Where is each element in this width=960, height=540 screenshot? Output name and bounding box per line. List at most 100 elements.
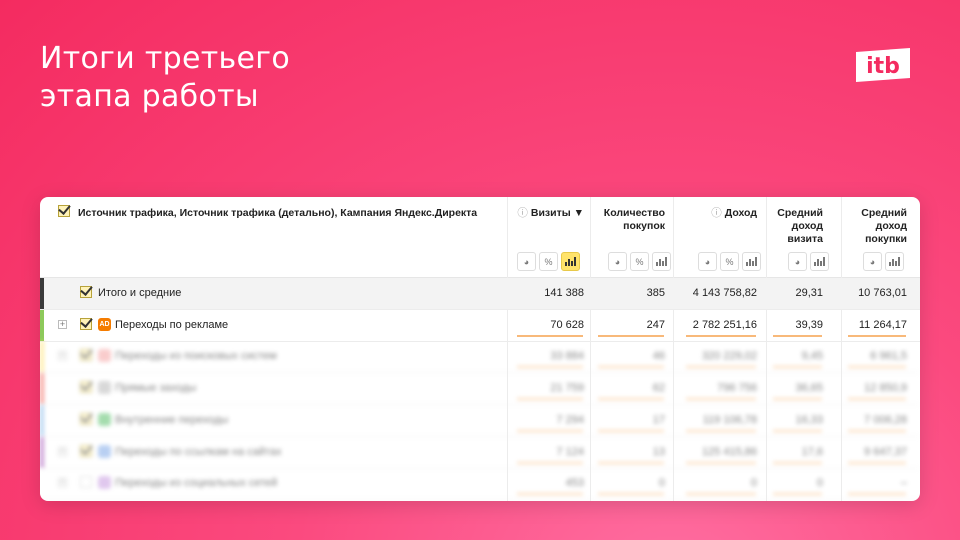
row-checkbox[interactable] [80, 286, 92, 298]
percent-icon[interactable]: % [630, 252, 649, 271]
bar-chart-icon[interactable] [810, 252, 829, 271]
cell-bar [598, 461, 664, 464]
row-checkbox[interactable] [80, 412, 92, 425]
cell-bar [773, 334, 822, 337]
cell-purchases: 247 [646, 318, 665, 331]
cell-bar [848, 366, 906, 369]
cell-visits: 70 628 [550, 318, 584, 331]
pie-chart-icon[interactable]: ◕ [698, 252, 717, 271]
percent-icon[interactable]: % [720, 252, 739, 271]
row-label: Внутренние переходы [115, 413, 229, 426]
column-header-label: Доход [724, 207, 757, 219]
row-checkbox[interactable] [80, 476, 92, 489]
cell-bar [773, 429, 822, 432]
cell-purchases: 13 [652, 445, 665, 458]
bar-chart-icon[interactable] [561, 252, 580, 271]
cell-revenue: 119 106,78 [702, 413, 757, 426]
cell-bar [848, 493, 906, 496]
cell-visits: 453 [565, 477, 584, 490]
info-circle-icon: ⓘ [711, 207, 722, 219]
row-label: Переходы из социальных сетей [115, 477, 278, 490]
cell-revenue: 4 143 758,82 [692, 287, 757, 299]
percent-icon[interactable]: % [539, 252, 558, 271]
cell-revenue: 320 229,02 [701, 350, 757, 363]
cell-bar [517, 334, 583, 337]
cell-bar [686, 334, 756, 337]
column-header-label: доход [875, 220, 907, 232]
bar-chart-icon[interactable] [652, 252, 671, 271]
pie-chart-icon[interactable]: ◕ [863, 252, 882, 271]
cell-purchases: 62 [652, 382, 665, 395]
bar-chart-icon[interactable] [742, 252, 761, 271]
cell-visits: 141 388 [544, 287, 584, 299]
plus-square-icon[interactable]: + [58, 478, 67, 488]
totals-row[interactable]: Итого и средние 141 388 385 4 143 758,82 29,… [40, 278, 920, 310]
cell-avg-visit: 39,39 [795, 318, 823, 331]
cell-bar [686, 429, 756, 432]
cell-bar [598, 493, 664, 496]
cell-bar [517, 366, 583, 369]
column-header-label: покупки [865, 233, 907, 245]
pie-chart-icon[interactable]: ◕ [608, 252, 627, 271]
source-icon [98, 444, 111, 458]
cell-bar [517, 398, 583, 401]
cell-bar [686, 366, 756, 369]
cell-bar [598, 398, 664, 401]
ad-badge-icon: AD [98, 317, 111, 331]
cell-avg-visit: 29,31 [795, 287, 823, 299]
cell-visits: 7 294 [556, 413, 584, 426]
cell-bar [773, 398, 822, 401]
column-header-label: Количество [603, 207, 665, 219]
cell-bar [848, 398, 906, 401]
chart-mode-buttons: ◕% [517, 252, 580, 271]
bar-chart-icon[interactable] [885, 252, 904, 271]
pie-chart-icon[interactable]: ◕ [788, 252, 807, 271]
row-label: Переходы из поисковых систем [115, 350, 277, 363]
cell-purchases: 0 [658, 477, 665, 490]
cell-avg-purchase: 12 850,9 [864, 382, 907, 395]
table-row[interactable]: + Переходы по ссылкам на сайтах 7 124 13 125… [40, 436, 920, 469]
row-checkbox[interactable] [80, 381, 92, 394]
slide-title-line-2: этапа работы [40, 79, 259, 114]
column-header-purchases[interactable]: Количество покупок [604, 207, 665, 233]
cell-bar [848, 334, 906, 337]
cell-avg-visit: 0 [816, 477, 823, 490]
column-header-revenue[interactable]: ⓘ Доход [711, 207, 757, 220]
column-header-avg_purchase[interactable]: Средний доход покупки [861, 207, 907, 246]
cell-bar [517, 493, 583, 496]
cell-bar [848, 461, 906, 464]
slide-title: Итоги третьего этапа работы [40, 40, 290, 116]
row-checkbox[interactable] [80, 349, 92, 362]
table-row[interactable]: + AD Переходы по рекламе 70 628 247 2 782 251… [40, 309, 920, 342]
plus-square-icon[interactable]: + [58, 319, 67, 329]
cell-revenue: 796 756 [717, 382, 757, 395]
cell-visits: 7 124 [556, 445, 584, 458]
slide-title-line-1: Итоги третьего [40, 41, 290, 76]
row-label: Прямые заходы [115, 382, 197, 395]
pie-chart-icon[interactable]: ◕ [517, 252, 536, 271]
chart-mode-buttons: ◕% [698, 252, 761, 271]
row-color-stripe [40, 404, 44, 436]
cell-revenue: 125 415,86 [701, 445, 757, 458]
row-checkbox[interactable] [80, 444, 92, 457]
row-checkbox[interactable] [80, 317, 92, 330]
source-icon [98, 349, 111, 363]
table-row[interactable]: + Переходы из поисковых систем 33 884 46 320… [40, 341, 920, 374]
cell-avg-purchase: 10 763,01 [858, 287, 907, 299]
plus-square-icon[interactable]: + [58, 351, 67, 361]
itb-logo: itb [856, 48, 910, 82]
report-table: Источник трафика, Источник трафика (дета… [40, 197, 920, 501]
select-all-checkbox[interactable] [58, 205, 70, 217]
row-color-stripe [40, 341, 44, 373]
column-header-visits[interactable]: ⓘ Визиты ▼ [517, 207, 584, 220]
plus-square-icon[interactable]: + [58, 446, 67, 456]
cell-bar [686, 398, 756, 401]
row-label: Переходы по ссылкам на сайтах [115, 445, 282, 458]
table-row[interactable]: Внутренние переходы 7 294 17 119 106,78 16,3… [40, 404, 920, 437]
column-header-avg_visit[interactable]: Средний доход визита [777, 207, 823, 246]
row-label: Итого и средние [98, 287, 182, 299]
table-row[interactable]: Прямые заходы 21 759 62 796 756 36,65 12 850,… [40, 373, 920, 406]
cell-visits: 33 884 [550, 350, 584, 363]
column-header-label: Средний [861, 207, 907, 219]
table-row[interactable]: + Переходы из социальных сетей 453 0 0 0 – [40, 468, 920, 501]
